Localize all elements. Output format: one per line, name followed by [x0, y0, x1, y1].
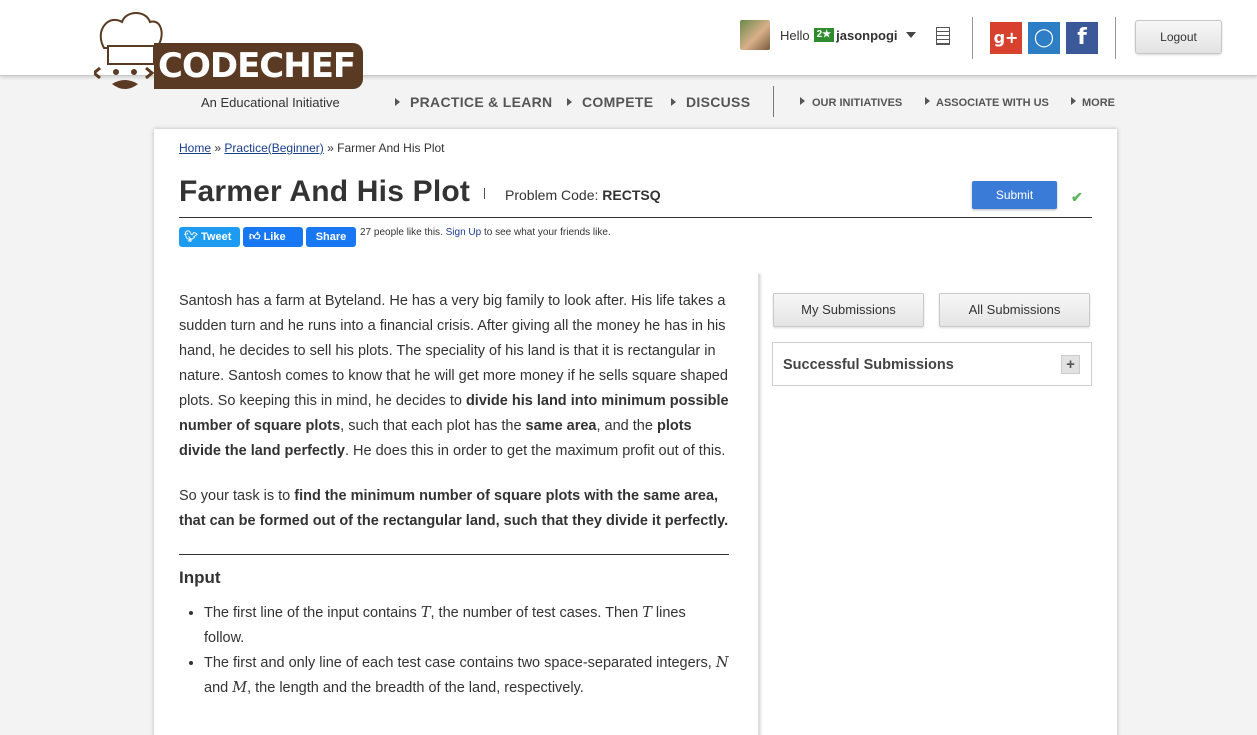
like-label: Like [263, 231, 286, 243]
nav-divider [773, 86, 774, 117]
avatar[interactable] [740, 20, 770, 50]
nav-discuss[interactable]: DISCUSS [671, 94, 750, 110]
nav-label: DISCUSS [686, 94, 751, 110]
column-divider [758, 274, 760, 735]
check-icon: ✔ [1071, 189, 1083, 205]
facebook-like-button[interactable]: 👍︎ Like [243, 227, 303, 247]
section-divider [179, 554, 729, 555]
nav-label: COMPETE [582, 94, 654, 110]
twitter-bird-icon: 🐦︎ [184, 231, 202, 243]
facebook-icon[interactable]: f [1066, 22, 1098, 54]
breadcrumb-practice-link[interactable]: Practice(Beginner) [224, 141, 323, 155]
logo-wordmark: CODECHEF [154, 43, 364, 89]
nav-label: PRACTICE & LEARN [410, 94, 553, 110]
caret-right-icon [671, 98, 676, 106]
chevron-down-icon[interactable] [905, 32, 916, 38]
header-divider [972, 17, 973, 59]
facebook-share-button[interactable]: Share [306, 227, 356, 247]
title-rule [179, 217, 1092, 218]
tweet-label: Tweet [201, 231, 232, 243]
breadcrumb-separator: » [214, 141, 222, 155]
breadcrumb: Home » Practice(Beginner) » Farmer And H… [179, 141, 445, 155]
problem-card: Home » Practice(Beginner) » Farmer And H… [154, 129, 1117, 735]
nav-practice-learn[interactable]: PRACTICE & LEARN [395, 94, 552, 110]
username[interactable]: jasonpogi [836, 28, 897, 43]
breadcrumb-separator: » [327, 141, 334, 155]
caret-right-icon [925, 97, 930, 105]
title-divider [484, 188, 485, 199]
nav-our-initiatives[interactable]: OUR INITIATIVES [800, 97, 902, 109]
page-title: Farmer And His Plot [179, 175, 471, 208]
greeting-text: Hello [780, 27, 810, 43]
statement-paragraph: So your task is to find the minimum numb… [179, 488, 729, 529]
successful-submissions-panel[interactable]: Successful Submissions + [772, 342, 1092, 386]
breadcrumb-home-link[interactable]: Home [179, 141, 211, 155]
logo-subtitle: An Educational Initiative [201, 95, 340, 110]
nav-more[interactable]: MORE [1071, 97, 1115, 109]
like-friends-text: to see what your friends like. [483, 227, 611, 238]
expand-plus-icon[interactable]: + [1061, 355, 1080, 374]
problem-statement: Santosh has a farm at Byteland. He has a… [179, 289, 729, 701]
all-submissions-button[interactable]: All Submissions [939, 293, 1090, 327]
tweet-button[interactable]: 🐦︎ Tweet [179, 227, 240, 247]
github-icon[interactable]: ◯ [1028, 22, 1060, 54]
problem-code-value: RECTSQ [602, 187, 661, 203]
header-divider [1115, 17, 1116, 59]
my-submissions-button[interactable]: My Submissions [773, 293, 924, 327]
breadcrumb-current: Farmer And His Plot [337, 141, 445, 155]
thumbs-up-icon: 👍︎ [249, 231, 264, 243]
successful-submissions-label: Successful Submissions [783, 357, 954, 373]
google-plus-icon[interactable]: g+ [990, 22, 1022, 54]
input-heading: Input [179, 568, 221, 587]
caret-right-icon [1071, 97, 1076, 105]
list-item: The first and only line of each test cas… [204, 651, 729, 701]
logout-button[interactable]: Logout [1135, 20, 1222, 54]
nav-label: OUR INITIATIVES [812, 97, 903, 109]
list-item: The first line of the input contains T, … [204, 601, 729, 651]
like-count-text: 27 people like this. [360, 227, 443, 238]
caret-right-icon [395, 98, 400, 106]
sign-up-link[interactable]: Sign Up [446, 227, 482, 238]
input-list: The first line of the input contains T, … [179, 601, 729, 701]
caret-right-icon [567, 98, 572, 106]
top-header: CODECHEF An Educational Initiative Hello… [0, 0, 1257, 110]
caret-right-icon [800, 97, 805, 105]
nav-associate-with-us[interactable]: ASSOCIATE WITH US [925, 97, 1049, 109]
statement-paragraph: Santosh has a farm at Byteland. He has a… [179, 293, 729, 459]
notifications-icon[interactable] [936, 27, 950, 45]
problem-code-label: Problem Code: [505, 187, 599, 203]
rating-badge: 2★ [813, 28, 835, 42]
nav-compete[interactable]: COMPETE [567, 94, 653, 110]
nav-label: ASSOCIATE WITH US [936, 97, 1049, 109]
problem-code: Problem Code: RECTSQ [505, 187, 661, 203]
submit-button[interactable]: Submit [972, 181, 1057, 209]
facebook-like-text: 27 people like this. Sign Up to see what… [360, 226, 620, 240]
nav-label: MORE [1082, 97, 1115, 109]
codechef-logo[interactable]: CODECHEF An Educational Initiative [94, 10, 364, 110]
user-menu[interactable]: Hello 2★ jasonpogi [740, 20, 916, 50]
